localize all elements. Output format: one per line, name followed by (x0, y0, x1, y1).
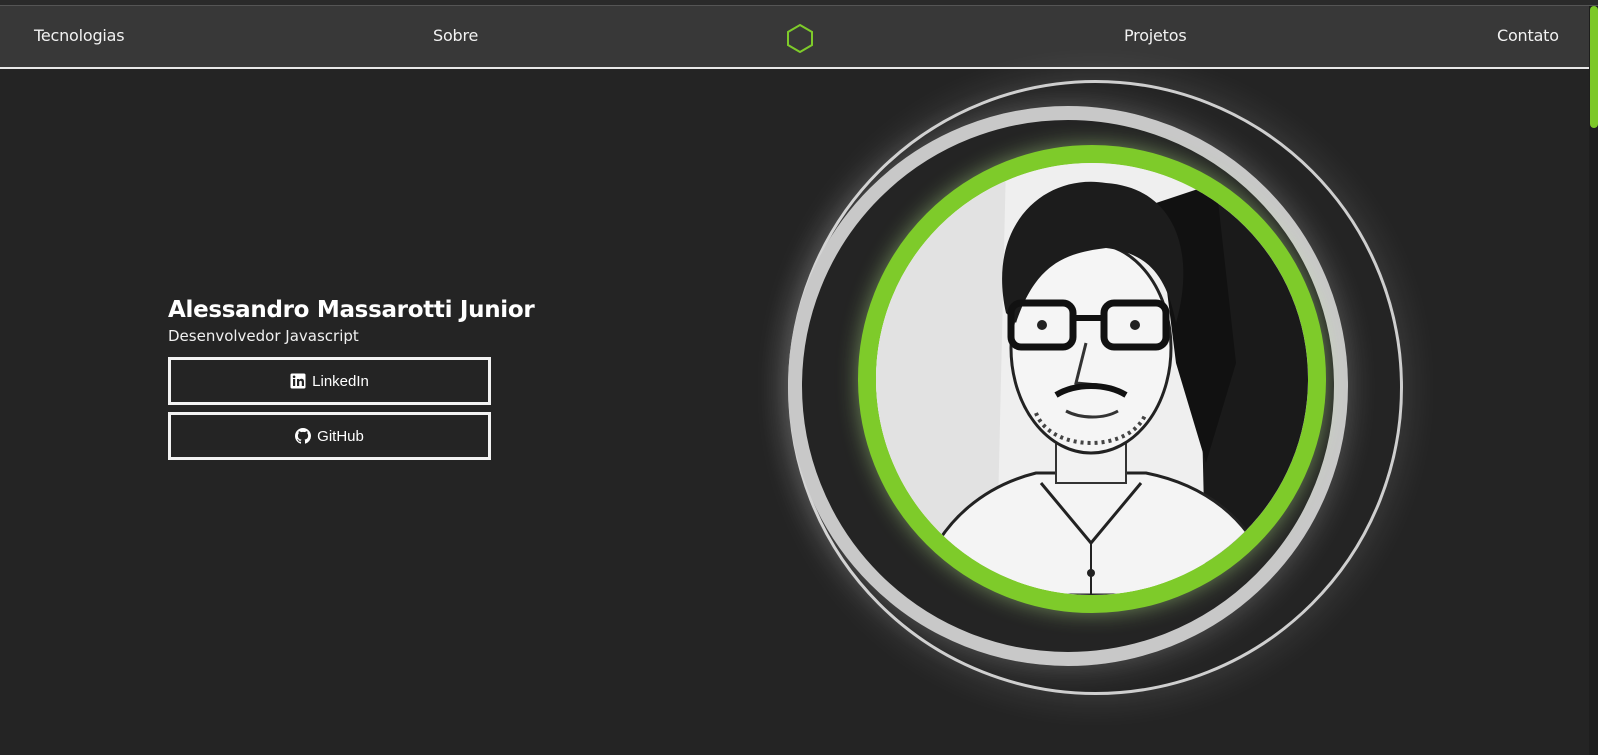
nav-link-sobre[interactable]: Sobre (433, 26, 478, 45)
linkedin-button-label: LinkedIn (312, 372, 369, 390)
top-navbar: Tecnologias Sobre Projetos Contato (0, 6, 1589, 69)
hero-role: Desenvolvedor Javascript (168, 327, 359, 345)
nav-link-projetos[interactable]: Projetos (1124, 26, 1187, 45)
linkedin-icon (290, 373, 306, 389)
github-icon (295, 428, 312, 444)
page-scrollbar[interactable] (1589, 6, 1598, 755)
nav-link-tecnologias[interactable]: Tecnologias (34, 26, 125, 45)
profile-photo-frame (858, 145, 1326, 613)
hexagon-icon[interactable] (785, 23, 815, 53)
github-button[interactable]: GitHub (168, 412, 491, 460)
profile-portrait (770, 68, 1430, 718)
hero-intro: Alessandro Massarotti Junior Desenvolved… (168, 295, 535, 460)
profile-photo (876, 163, 1308, 595)
linkedin-button[interactable]: LinkedIn (168, 357, 491, 405)
nav-link-contato[interactable]: Contato (1497, 26, 1559, 45)
scrollbar-thumb[interactable] (1590, 6, 1598, 128)
github-button-label: GitHub (317, 427, 364, 445)
hero-name: Alessandro Massarotti Junior (168, 297, 535, 323)
